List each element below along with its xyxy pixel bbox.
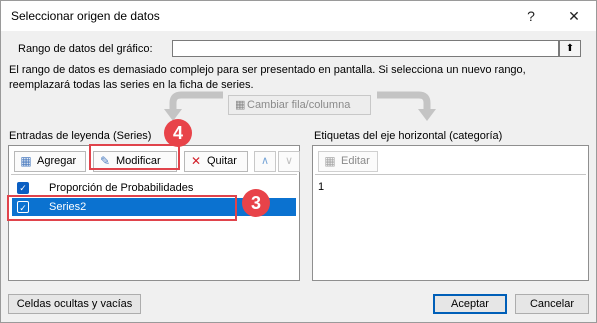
range-picker-button[interactable]: ⬆	[559, 40, 581, 57]
step-badge-4: 4	[164, 119, 192, 147]
cancel-button[interactable]: Cancelar	[515, 294, 589, 314]
highlight-edit-button	[89, 144, 180, 170]
axis-item-label: 1	[318, 181, 325, 193]
add-series-button[interactable]: ▦ Agregar	[14, 151, 86, 172]
edit-table-icon: ▦	[324, 154, 336, 168]
message-line-2: reemplazará todas las series en la ficha…	[9, 79, 254, 91]
axis-toolbar: ▦ Editar	[315, 148, 586, 175]
switch-row-column-button[interactable]: ▦ Cambiar fila/columna	[228, 95, 371, 115]
add-series-label: Agregar	[37, 155, 77, 167]
edit-axis-button[interactable]: ▦ Editar	[318, 151, 378, 172]
range-message: El rango de datos es demasiado complejo …	[9, 63, 589, 93]
collapse-dialog-icon: ⬆	[565, 43, 575, 54]
checkbox-checked-icon[interactable]: ✓	[17, 182, 29, 194]
ok-button[interactable]: Aceptar	[433, 294, 507, 314]
legend-panel-title: Entradas de leyenda (Series)	[9, 130, 152, 142]
close-button[interactable]: ✕	[562, 5, 586, 27]
curved-arrow-left-icon	[164, 91, 223, 121]
curved-arrow-right-icon	[377, 91, 436, 121]
step-badge-3: 3	[242, 189, 270, 217]
remove-series-label: Quitar	[207, 155, 237, 167]
dialog-title: Seleccionar origen de datos	[11, 9, 160, 23]
remove-series-button[interactable]: ✕ Quitar	[184, 151, 248, 172]
chevron-down-icon: ∨	[284, 155, 294, 167]
select-data-source-dialog: Seleccionar origen de datos ? ✕ Rango de…	[0, 0, 597, 323]
chevron-up-icon: ∧	[260, 155, 270, 167]
remove-x-icon: ✕	[190, 154, 202, 168]
move-up-button[interactable]: ∧	[254, 151, 276, 172]
range-label: Rango de datos del gráfico:	[18, 43, 153, 55]
help-button[interactable]: ?	[519, 5, 543, 27]
hidden-empty-cells-button[interactable]: Celdas ocultas y vacías	[8, 294, 141, 314]
message-line-1: El rango de datos es demasiado complejo …	[9, 64, 526, 76]
move-down-button[interactable]: ∨	[278, 151, 300, 172]
axis-panel-title: Etiquetas del eje horizontal (categoría)	[314, 130, 503, 142]
axis-labels-panel: ▦ Editar 1	[312, 145, 589, 281]
highlight-series-row	[7, 195, 237, 221]
switch-icon: ▦	[235, 99, 246, 111]
switch-row-column-label: Cambiar fila/columna	[247, 99, 351, 111]
range-input[interactable]	[172, 40, 559, 57]
title-bar: Seleccionar origen de datos ? ✕	[1, 1, 596, 31]
edit-axis-label: Editar	[341, 155, 370, 167]
add-table-icon: ▦	[20, 154, 32, 168]
